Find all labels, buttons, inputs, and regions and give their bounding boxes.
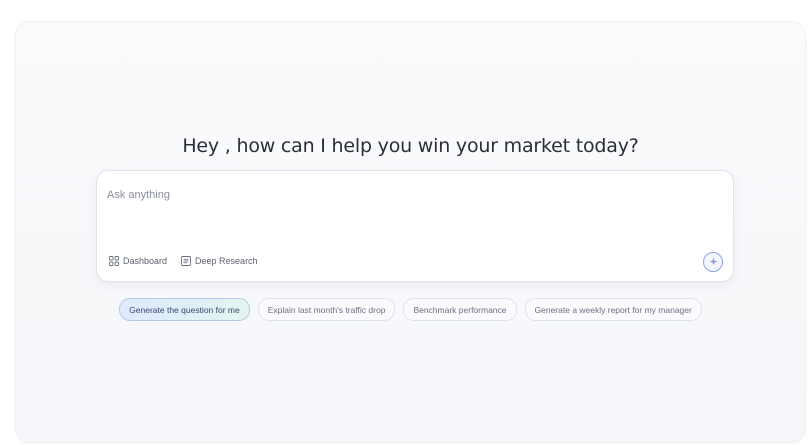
- dashboard-button[interactable]: Dashboard: [109, 256, 167, 266]
- prompt-tools: Dashboard Deep Research: [109, 256, 258, 266]
- dashboard-grid-icon: [109, 256, 119, 266]
- document-icon: [181, 256, 191, 266]
- suggestion-chip-benchmark[interactable]: Benchmark performance: [403, 298, 517, 321]
- dashboard-label: Dashboard: [123, 256, 168, 266]
- suggestion-chips: Generate the question for me Explain las…: [16, 298, 805, 321]
- ask-anything-input[interactable]: [107, 184, 667, 206]
- suggestion-chip-traffic-drop[interactable]: Explain last month's traffic drop: [257, 298, 396, 321]
- deep-research-button[interactable]: Deep Research: [181, 256, 258, 266]
- sparkle-send-icon: [708, 253, 718, 271]
- suggestion-chip-generate-question[interactable]: Generate the question for me: [119, 298, 250, 321]
- deep-research-label: Deep Research: [195, 256, 258, 266]
- suggestion-chip-weekly-report[interactable]: Generate a weekly report for my manager: [524, 298, 702, 321]
- send-button[interactable]: [703, 252, 723, 272]
- main-canvas: Hey , how can I help you win your market…: [16, 22, 805, 442]
- prompt-box[interactable]: Dashboard Deep Research: [96, 170, 734, 282]
- page-greeting: Hey , how can I help you win your market…: [182, 135, 639, 157]
